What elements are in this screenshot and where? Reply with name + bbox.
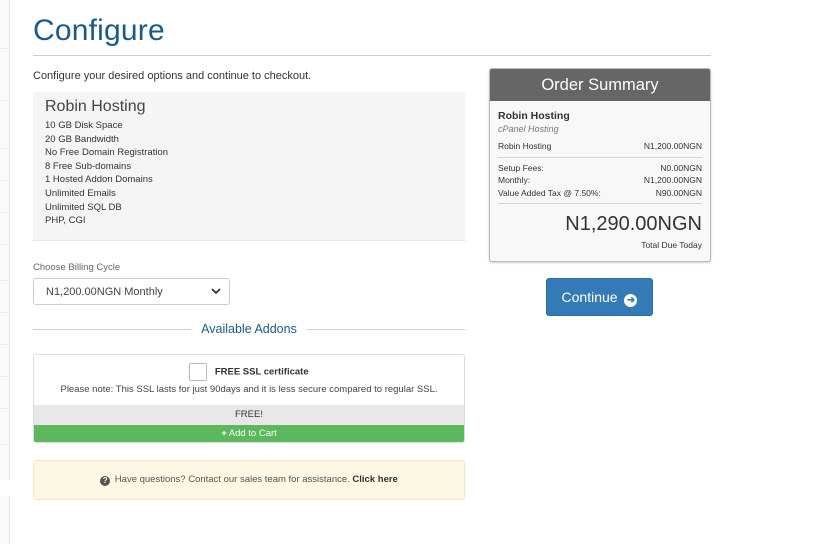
- plus-icon: +: [221, 428, 227, 439]
- help-text: Have questions? Contact our sales team f…: [114, 474, 350, 485]
- billing-cycle-label: Choose Billing Cycle: [33, 262, 121, 273]
- product-feature: 20 GB Bandwidth: [45, 133, 119, 145]
- summary-fee-label: Value Added Tax @ 7.50%:: [498, 187, 601, 198]
- add-to-cart-button[interactable]: + Add to Cart: [34, 425, 464, 442]
- summary-total-label: Total Due Today: [641, 240, 702, 250]
- order-summary-heading: Order Summary: [490, 69, 710, 101]
- addon-name: FREE SSL certificate: [214, 366, 309, 378]
- left-sidebar-edge: [0, 0, 10, 480]
- summary-product-name: Robin Hosting: [498, 110, 570, 122]
- add-to-cart-label: Add to Cart: [228, 428, 277, 439]
- page-title: Configure: [33, 14, 165, 47]
- billing-cycle-select[interactable]: N1,200.00NGN Monthly: [33, 278, 230, 305]
- product-feature: 10 GB Disk Space: [45, 120, 123, 131]
- continue-label: Continue: [561, 289, 618, 305]
- summary-line-item: Robin Hosting N1,200.00NGN: [498, 140, 702, 153]
- addon-card: FREE SSL certificate Please note: This S…: [33, 354, 465, 443]
- summary-fee-label: Monthly:: [498, 175, 531, 185]
- question-circle-icon: ?: [100, 476, 111, 486]
- title-divider: [33, 55, 711, 56]
- summary-fee-value: N1,200.00NGN: [643, 175, 702, 185]
- summary-fee-row: Value Added Tax @ 7.50%: N90.00NGN: [498, 187, 702, 200]
- summary-fee-value: N90.00NGN: [655, 187, 702, 198]
- left-sidebar-edge-lower: [0, 496, 10, 544]
- product-feature: 8 Free Sub-domains: [45, 160, 132, 172]
- order-summary-panel: Order Summary Robin Hosting cPanel Hosti…: [489, 68, 711, 262]
- addon-checkbox[interactable]: [189, 363, 208, 381]
- summary-product-group: cPanel Hosting: [498, 124, 559, 134]
- summary-fee-label: Setup Fees:: [498, 162, 544, 173]
- summary-total-amount: N1,290.00NGN: [565, 213, 702, 235]
- help-link[interactable]: Click here: [352, 474, 397, 485]
- addons-heading: Available Addons: [191, 322, 307, 336]
- billing-cycle-value: N1,200.00NGN Monthly: [46, 286, 163, 298]
- addon-description: Please note: This SSL lasts for just 90d…: [60, 384, 438, 395]
- product-feature: Unlimited SQL DB: [45, 201, 122, 213]
- addons-section-header: Available Addons: [33, 322, 465, 338]
- product-feature: PHP, CGI: [45, 215, 86, 227]
- intro-text: Configure your desired options and conti…: [33, 70, 312, 82]
- summary-fee-row: Monthly: N1,200.00NGN: [498, 174, 702, 187]
- summary-line-label: Robin Hosting: [498, 141, 552, 151]
- product-name: Robin Hosting: [45, 98, 146, 115]
- sales-help-banner: ? Have questions? Contact our sales team…: [33, 460, 465, 500]
- addon-price: FREE!: [34, 405, 464, 425]
- summary-divider: [498, 203, 702, 204]
- arrow-circle-right-icon: ➜: [624, 294, 638, 307]
- summary-fee-value: N0.00NGN: [660, 162, 702, 173]
- product-info-panel: Robin Hosting 10 GB Disk Space 20 GB Ban…: [33, 92, 465, 241]
- product-feature: 1 Hosted Addon Domains: [45, 174, 153, 186]
- summary-fee-row: Setup Fees: N0.00NGN: [498, 162, 702, 175]
- summary-divider: [498, 156, 702, 158]
- product-feature: No Free Domain Registration: [45, 147, 169, 159]
- chevron-down-icon: [211, 288, 221, 295]
- continue-button[interactable]: Continue ➜: [546, 278, 653, 316]
- product-feature: Unlimited Emails: [45, 187, 116, 199]
- summary-line-value: N1,200.00NGN: [643, 141, 702, 151]
